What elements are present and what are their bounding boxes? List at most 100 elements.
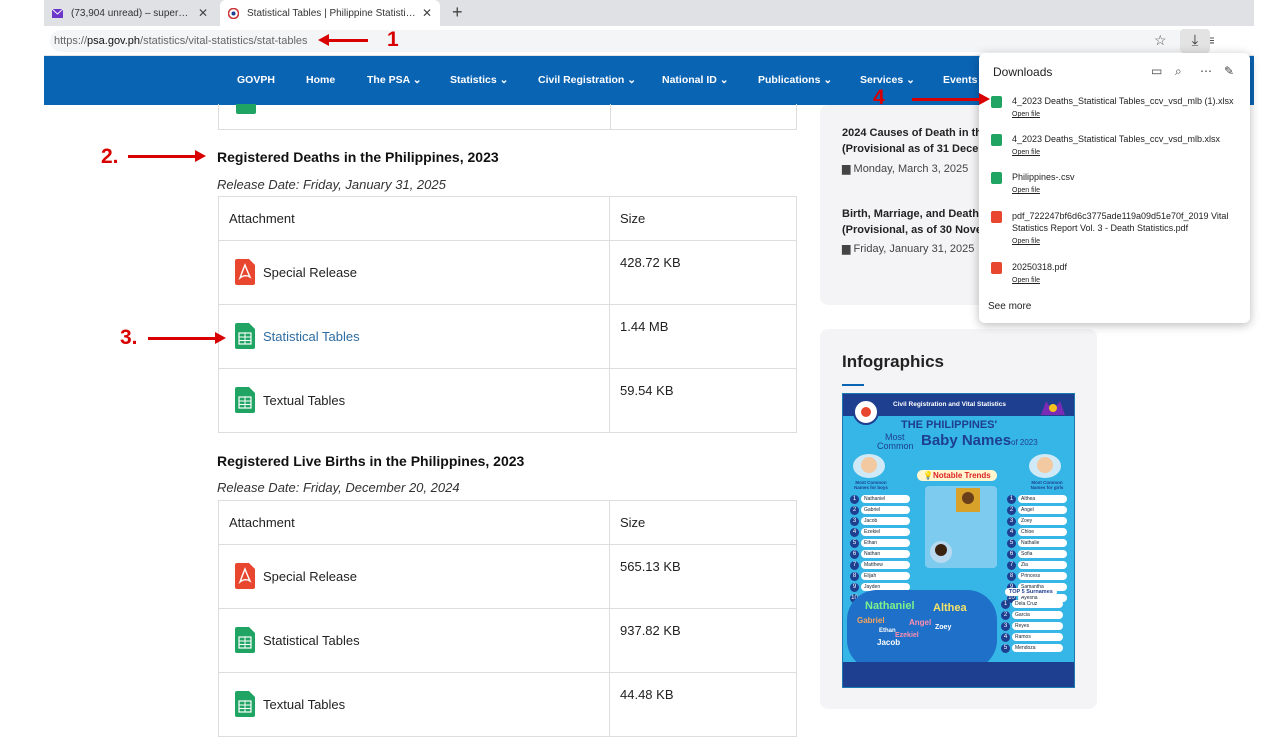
attachment-link[interactable]: Special Release bbox=[229, 545, 599, 607]
name-pill: Nathaniel bbox=[861, 495, 910, 503]
more-options-icon[interactable]: ⋯ bbox=[1200, 64, 1212, 78]
see-more-link[interactable]: See more bbox=[988, 301, 1031, 312]
excel-file-icon bbox=[991, 96, 1002, 108]
attachment-link[interactable]: Special Release bbox=[229, 241, 599, 303]
size-cell: 59.54 KB bbox=[609, 368, 797, 433]
open-file-link[interactable]: Open file bbox=[1012, 149, 1040, 156]
previous-table-fragment bbox=[218, 104, 797, 130]
baby-girl-icon bbox=[1029, 454, 1061, 478]
new-tab-icon[interactable]: + bbox=[452, 2, 463, 23]
tab-statistical-tables[interactable]: Statistical Tables | Philippine Statisti… bbox=[220, 0, 440, 26]
search-icon[interactable]: ⌕ bbox=[1175, 64, 1182, 79]
downloads-title: Downloads bbox=[993, 65, 1053, 79]
rank-badge: 4 bbox=[1007, 527, 1016, 537]
spreadsheet-file-icon bbox=[235, 387, 255, 413]
name-row: 4 Chloe bbox=[1007, 527, 1067, 537]
attachment-cell: Textual Tables bbox=[218, 672, 610, 737]
infographic-headline: of 2023 bbox=[1011, 438, 1038, 447]
col-attachment: Attachment bbox=[218, 196, 610, 241]
open-folder-icon[interactable]: ▭ bbox=[1151, 64, 1162, 78]
nav-the-psa[interactable]: The PSA ⌄ bbox=[367, 74, 422, 86]
name-row: 6 Nathan bbox=[850, 549, 910, 559]
attachment-label[interactable]: Statistical Tables bbox=[263, 329, 360, 344]
table-row: Special Release 428.72 KB bbox=[218, 240, 797, 305]
open-file-link[interactable]: Open file bbox=[1012, 277, 1040, 284]
news-title-line: (Provisional, as of 30 Novem bbox=[842, 224, 982, 236]
rank-badge: 5 bbox=[1007, 538, 1016, 548]
annotation-label-2: 2. bbox=[101, 145, 119, 168]
name-pill: Ramos bbox=[1012, 633, 1063, 641]
section-title-births: Registered Live Births in the Philippine… bbox=[217, 453, 525, 469]
calendar-icon: ▆ bbox=[842, 243, 851, 255]
attachment-link[interactable]: Textual Tables bbox=[229, 369, 599, 431]
baby-names-infographic[interactable]: Civil Registration and Vital Statistics … bbox=[842, 393, 1075, 688]
col-size: Size bbox=[609, 196, 797, 241]
release-date-births: Release Date: Friday, December 20, 2024 bbox=[217, 480, 460, 495]
name-pill: Princess bbox=[1018, 572, 1067, 580]
name-row: 3 Reyes bbox=[1001, 621, 1063, 631]
section-title-deaths: Registered Deaths in the Philippines, 20… bbox=[217, 149, 499, 165]
rank-badge: 5 bbox=[850, 538, 859, 548]
nav-civil-registration[interactable]: Civil Registration ⌄ bbox=[538, 74, 636, 86]
nav-events[interactable]: Events bbox=[943, 74, 977, 86]
annotation-label-3: 3. bbox=[120, 326, 138, 349]
download-item[interactable]: 20250318.pdf Open file bbox=[991, 261, 1243, 291]
open-file-link[interactable]: Open file bbox=[1012, 111, 1040, 118]
open-file-link[interactable]: Open file bbox=[1012, 187, 1040, 194]
surnames-label: TOP 5 Surnames bbox=[1005, 588, 1057, 596]
attachment-link[interactable]: Statistical Tables bbox=[229, 609, 599, 671]
name-pill: Althea bbox=[1018, 495, 1067, 503]
rank-badge: 5 bbox=[1001, 643, 1010, 653]
close-tab-icon[interactable]: ✕ bbox=[422, 6, 432, 20]
cloud-word: Ezekiel bbox=[895, 632, 919, 639]
news-title[interactable]: 2024 Causes of Death in the (Provisional … bbox=[842, 125, 982, 157]
attachment-label: Special Release bbox=[263, 568, 357, 584]
attachment-label: Textual Tables bbox=[263, 392, 346, 408]
name-pill: Garcia bbox=[1012, 611, 1063, 619]
nav-national-id[interactable]: National ID ⌄ bbox=[662, 74, 729, 86]
mail-icon bbox=[52, 8, 63, 19]
rank-badge: 1 bbox=[1007, 494, 1016, 504]
annotation-arrow-1 bbox=[318, 34, 368, 46]
download-item[interactable]: pdf_722247bf6d6c3775ade119a09d51e70f_201… bbox=[991, 210, 1243, 250]
url-field[interactable]: https://psa.gov.ph/statistics/vital-stat… bbox=[50, 30, 1210, 52]
close-tab-icon[interactable]: ✕ bbox=[198, 6, 208, 20]
annotation-arrow-2 bbox=[128, 150, 206, 162]
attachments-table-births: Attachment Size Special Release 565.13 K… bbox=[218, 500, 797, 737]
attachment-link[interactable]: Statistical Tables bbox=[229, 305, 599, 367]
news-title[interactable]: Birth, Marriage, and Death S (Provisional… bbox=[842, 206, 982, 238]
name-row: 5 Nathalie bbox=[1007, 538, 1067, 548]
nav-publications[interactable]: Publications ⌄ bbox=[758, 74, 832, 86]
psa-logo-icon bbox=[853, 399, 879, 425]
nav-home[interactable]: Home bbox=[306, 74, 335, 86]
rank-badge: 2 bbox=[1001, 610, 1010, 620]
tab-mail[interactable]: (73,904 unread) – super_sally888@ ✕ bbox=[44, 0, 216, 26]
infographic-band-text: Civil Registration and Vital Statistics bbox=[893, 401, 1006, 408]
annotation-arrow-3 bbox=[148, 332, 226, 344]
download-filename: 20250318.pdf bbox=[1012, 262, 1068, 272]
news-title-line: (Provisional as of 31 December bbox=[842, 143, 982, 155]
table-row: Statistical Tables 1.44 MB bbox=[218, 304, 797, 369]
download-item[interactable]: 4_2023 Deaths_Statistical Tables_ccv_vsd… bbox=[991, 133, 1243, 163]
downloads-button[interactable]: ⤓ bbox=[1180, 29, 1210, 53]
name-row: 8 Elijah bbox=[850, 571, 910, 581]
spreadsheet-file-icon bbox=[235, 691, 255, 717]
open-file-link[interactable]: Open file bbox=[1012, 238, 1040, 245]
nav-services[interactable]: Services ⌄ bbox=[860, 74, 915, 86]
attachment-link[interactable]: Textual Tables bbox=[229, 673, 599, 735]
download-item[interactable]: 4_2023 Deaths_Statistical Tables_ccv_vsd… bbox=[991, 95, 1243, 125]
heading-underline bbox=[842, 384, 864, 386]
name-pill: Elijah bbox=[861, 572, 910, 580]
nav-govph[interactable]: GOVPH bbox=[237, 74, 275, 86]
photo-thumbnail bbox=[956, 488, 980, 512]
surnames-list: 1 Dela Cruz 2 Garcia 3 Reyes 4 Ramos 5 Mendoza bbox=[1001, 599, 1063, 654]
download-filename: 4_2023 Deaths_Statistical Tables_ccv_vsd… bbox=[1012, 134, 1220, 144]
name-row: 2 Garcia bbox=[1001, 610, 1063, 620]
name-pill: Jacob bbox=[861, 517, 910, 525]
nav-statistics[interactable]: Statistics ⌄ bbox=[450, 74, 508, 86]
download-item[interactable]: Philippines-.csv Open file bbox=[991, 171, 1243, 201]
favorite-star-icon[interactable]: ☆ bbox=[1154, 32, 1167, 49]
pin-icon[interactable]: ✎ bbox=[1224, 64, 1234, 78]
notable-trends-text: Notable Trends bbox=[932, 471, 991, 480]
name-pill: Sofia bbox=[1018, 550, 1067, 558]
